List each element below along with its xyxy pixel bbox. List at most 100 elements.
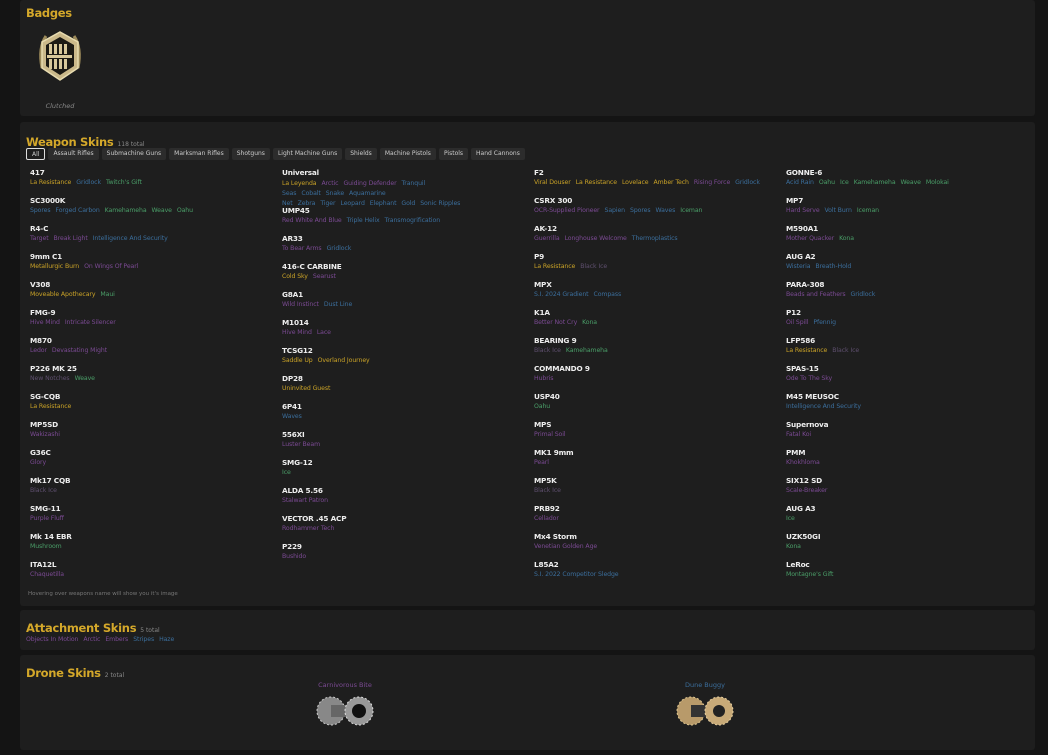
skin-tag[interactable]: Sapien <box>605 207 626 214</box>
skin-tag[interactable]: Montagne's Gift <box>786 571 833 578</box>
skin-tag[interactable]: New Notches <box>30 375 70 382</box>
skin-tag[interactable]: Ice <box>840 179 849 186</box>
skin-tag[interactable]: Intelligence And Security <box>786 403 861 410</box>
skin-tag[interactable]: Purple Fluff <box>30 515 64 522</box>
weapon-name[interactable]: SG-CQB <box>30 392 282 401</box>
drone-skin-carnivorous-bite[interactable]: Carnivorous Bite <box>310 681 380 731</box>
skin-tag[interactable]: Embers <box>105 636 128 643</box>
skin-tag[interactable]: Hard Serve <box>786 207 820 214</box>
skin-tag[interactable]: Weave <box>152 207 172 214</box>
skin-tag[interactable]: Maui <box>100 291 114 298</box>
tab-assault-rifles[interactable]: Assault Rifles <box>48 148 99 160</box>
skin-tag[interactable]: Primal Soil <box>534 431 566 438</box>
weapon-name[interactable]: F2 <box>534 168 786 177</box>
weapon-name[interactable]: R4-C <box>30 224 282 233</box>
skin-tag[interactable]: Waves <box>282 413 302 420</box>
skin-tag[interactable]: Mother Quacker <box>786 235 834 242</box>
skin-tag[interactable]: Better Not Cry <box>534 319 577 326</box>
skin-tag[interactable]: Wakizashi <box>30 431 60 438</box>
skin-tag[interactable]: Tiger <box>320 200 335 207</box>
skin-tag[interactable]: Black Ice <box>534 347 561 354</box>
weapon-name[interactable]: P12 <box>786 308 1038 317</box>
skin-tag[interactable]: Oahu <box>177 207 193 214</box>
weapon-name[interactable]: AUG A3 <box>786 504 1038 513</box>
skin-tag[interactable]: Red White And Blue <box>282 217 342 224</box>
skin-tag[interactable]: Objects In Motion <box>26 636 78 643</box>
weapon-name[interactable]: MPS <box>534 420 786 429</box>
skin-tag[interactable]: Hive Mind <box>30 319 60 326</box>
skin-tag[interactable]: Cellador <box>534 515 559 522</box>
skin-tag[interactable]: Black Ice <box>534 487 561 494</box>
skin-tag[interactable]: Leopard <box>340 200 364 207</box>
weapon-name[interactable]: L85A2 <box>534 560 786 569</box>
weapon-name[interactable]: G36C <box>30 448 282 457</box>
skin-tag[interactable]: OCR-Supplied Pioneer <box>534 207 600 214</box>
skin-tag[interactable]: Intricate Silencer <box>65 319 116 326</box>
skin-tag[interactable]: La Resistance <box>30 403 71 410</box>
tab-light-machine-guns[interactable]: Light Machine Guns <box>272 148 343 160</box>
skin-tag[interactable]: Intelligence And Security <box>93 235 168 242</box>
skin-tag[interactable]: Pfennig <box>813 319 836 326</box>
skin-tag[interactable]: Luster Beam <box>282 441 320 448</box>
skin-tag[interactable]: Black Ice <box>30 487 57 494</box>
skin-tag[interactable]: Mushroom <box>30 543 62 550</box>
weapon-name[interactable]: Universal <box>282 168 534 177</box>
weapon-name[interactable]: LeRoc <box>786 560 1038 569</box>
weapon-name[interactable]: AUG A2 <box>786 252 1038 261</box>
skin-tag[interactable]: Weave <box>901 179 921 186</box>
skin-tag[interactable]: Dust Line <box>324 301 352 308</box>
weapon-name[interactable]: M1014 <box>282 318 534 327</box>
weapon-name[interactable]: AK-12 <box>534 224 786 233</box>
weapon-name[interactable]: MP5K <box>534 476 786 485</box>
weapon-name[interactable]: MP7 <box>786 196 1038 205</box>
skin-tag[interactable]: Amber Tech <box>653 179 688 186</box>
skin-tag[interactable]: Gridlock <box>327 245 352 252</box>
weapon-name[interactable]: P9 <box>534 252 786 261</box>
skin-tag[interactable]: Ice <box>282 469 291 476</box>
tab-submachine-guns[interactable]: Submachine Guns <box>101 148 167 160</box>
skin-tag[interactable]: Scale-Breaker <box>786 487 827 494</box>
skin-tag[interactable]: La Resistance <box>534 263 575 270</box>
skin-tag[interactable]: Kona <box>582 319 597 326</box>
skin-tag[interactable]: Lace <box>317 329 331 336</box>
weapon-name[interactable]: PARA-308 <box>786 280 1038 289</box>
skin-tag[interactable]: La Resistance <box>30 179 71 186</box>
skin-tag[interactable]: Oahu <box>534 403 550 410</box>
tab-shields[interactable]: Shields <box>345 148 377 160</box>
weapon-name[interactable]: MK1 9mm <box>534 448 786 457</box>
weapon-name[interactable]: COMMANDO 9 <box>534 364 786 373</box>
skin-tag[interactable]: Arctic <box>83 636 100 643</box>
skin-tag[interactable]: Glory <box>30 459 46 466</box>
skin-tag[interactable]: Overland Journey <box>318 357 370 364</box>
skin-tag[interactable]: Break Light <box>54 235 88 242</box>
skin-tag[interactable]: Rodhammer Tech <box>282 525 334 532</box>
weapon-name[interactable]: Mk 14 EBR <box>30 532 282 541</box>
skin-tag[interactable]: La Leyenda <box>282 180 317 187</box>
skin-tag[interactable]: Elephant <box>370 200 397 207</box>
skin-tag[interactable]: Metallurgic Burn <box>30 263 79 270</box>
skin-tag[interactable]: Kamehameha <box>566 347 608 354</box>
skin-tag[interactable]: Hubris <box>534 375 553 382</box>
skin-tag[interactable]: Kona <box>786 543 801 550</box>
weapon-name[interactable]: ITA12L <box>30 560 282 569</box>
drone-skin-dune-buggy[interactable]: Dune Buggy <box>670 681 740 731</box>
weapon-name[interactable]: K1A <box>534 308 786 317</box>
skin-tag[interactable]: Thermoplastics <box>632 235 678 242</box>
skin-tag[interactable]: Pearl <box>534 459 549 466</box>
weapon-name[interactable]: 417 <box>30 168 282 177</box>
skin-tag[interactable]: Kamehameha <box>105 207 147 214</box>
skin-tag[interactable]: La Resistance <box>576 179 617 186</box>
skin-tag[interactable]: Transmogrification <box>385 217 441 224</box>
weapon-name[interactable]: VECTOR .45 ACP <box>282 514 534 523</box>
skin-tag[interactable]: Snake <box>326 190 344 197</box>
weapon-name[interactable]: ALDA 5.56 <box>282 486 534 495</box>
tab-pistols[interactable]: Pistols <box>438 148 469 160</box>
skin-tag[interactable]: Sonic Ripples <box>420 200 460 207</box>
skin-tag[interactable]: Fatal Koi <box>786 431 811 438</box>
weapon-name[interactable]: M870 <box>30 336 282 345</box>
skin-tag[interactable]: Iceman <box>680 207 702 214</box>
badge-clutched[interactable]: Clutched <box>30 28 90 110</box>
skin-tag[interactable]: Arctic <box>321 180 338 187</box>
skin-tag[interactable]: Searust <box>313 273 336 280</box>
weapon-name[interactable]: 6P41 <box>282 402 534 411</box>
